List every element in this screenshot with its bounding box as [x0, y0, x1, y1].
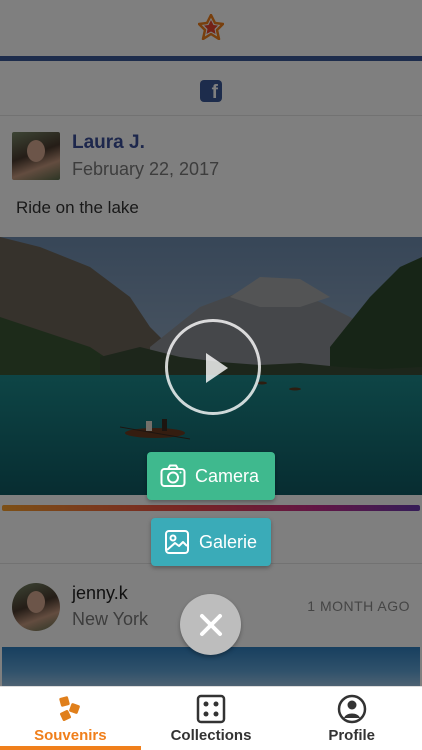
camera-button[interactable]: Camera	[147, 452, 275, 500]
profile-icon	[337, 694, 366, 724]
tab-label: Collections	[170, 727, 252, 744]
active-tab-indicator	[0, 746, 141, 750]
tab-label: Profile	[328, 727, 376, 744]
camera-button-label: Camera	[195, 465, 260, 486]
tab-profile[interactable]: Profile	[281, 687, 422, 750]
galerie-button[interactable]: Galerie	[151, 518, 271, 566]
close-button[interactable]	[180, 594, 241, 655]
tab-souvenirs[interactable]: Souvenirs	[0, 687, 141, 750]
tab-collections[interactable]: Collections	[141, 687, 282, 750]
close-icon	[199, 613, 222, 636]
gallery-icon	[165, 530, 189, 554]
bottom-tab-bar: Souvenirs Collections Profile	[0, 686, 422, 750]
play-video-icon[interactable]	[165, 319, 261, 415]
collections-icon	[196, 694, 226, 724]
galerie-button-label: Galerie	[199, 531, 258, 552]
tab-label: Souvenirs	[34, 727, 107, 744]
app-screen: f Laura J. February 22, 2017 Ride on the…	[0, 0, 422, 750]
camera-icon	[160, 464, 186, 487]
souvenirs-icon	[59, 696, 81, 721]
